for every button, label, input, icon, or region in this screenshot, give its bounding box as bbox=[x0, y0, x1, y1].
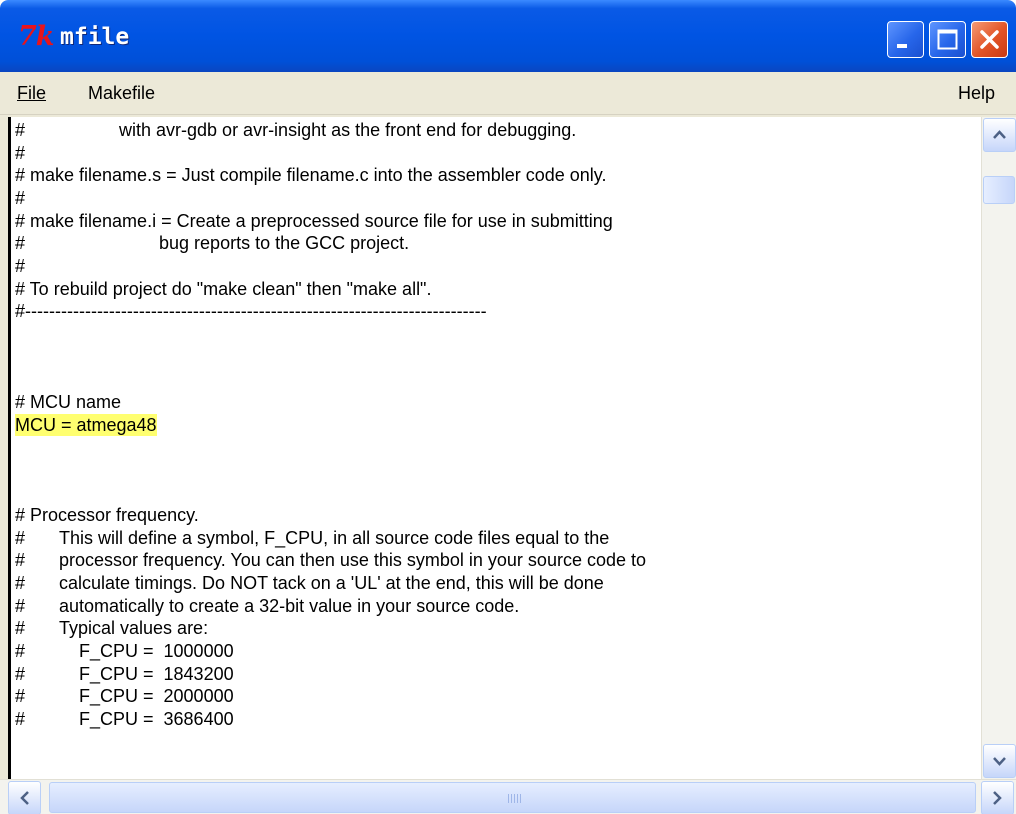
scroll-right-button[interactable] bbox=[981, 781, 1014, 814]
code-line: # F_CPU = 2000000 bbox=[15, 685, 646, 708]
code-line-text: # To rebuild project do "make clean" the… bbox=[15, 278, 432, 299]
menu-makefile[interactable]: Makefile bbox=[88, 80, 155, 106]
code-line-text: F_CPU = 3686400 bbox=[59, 709, 234, 730]
code-line: # calculate timings. Do NOT tack on a 'UL… bbox=[15, 572, 646, 595]
menu-bar: File Makefile Help bbox=[0, 72, 1016, 115]
code-line: # automatically to create a 32-bit value … bbox=[15, 595, 646, 618]
comment-hash: # bbox=[15, 233, 26, 254]
code-line-text: # MCU name bbox=[15, 391, 122, 412]
comment-hash: # bbox=[15, 255, 26, 276]
comment-hash: # bbox=[15, 618, 26, 639]
horizontal-scrollbar[interactable] bbox=[0, 779, 1016, 814]
code-line: # Processor frequency. bbox=[15, 504, 646, 527]
code-line-text: This will define a symbol, F_CPU, in all… bbox=[59, 527, 610, 548]
scroll-up-icon bbox=[993, 130, 1006, 139]
code-line-text: F_CPU = 2000000 bbox=[59, 686, 234, 707]
horizontal-scroll-thumb[interactable] bbox=[49, 782, 976, 813]
close-icon bbox=[980, 30, 999, 49]
code-line: # processor frequency. You can then use t… bbox=[15, 549, 646, 572]
window-title: mfile bbox=[60, 24, 130, 50]
application-window: 7k mfile File Makefile Help # with avr-g… bbox=[0, 0, 1016, 814]
code-line-text: bug reports to the GCC project. bbox=[59, 233, 410, 254]
code-line: # bbox=[15, 142, 646, 165]
scroll-left-button[interactable] bbox=[8, 781, 41, 814]
maximize-button[interactable] bbox=[929, 21, 966, 58]
comment-hash: # bbox=[15, 120, 26, 140]
maximize-icon bbox=[937, 29, 958, 50]
code-line-text: # make filename.s = Just compile filenam… bbox=[15, 165, 607, 186]
minimize-icon bbox=[897, 44, 907, 48]
code-line: # This will define a symbol, F_CPU, in al… bbox=[15, 527, 646, 550]
code-line-text: with avr-gdb or avr-insight as the front… bbox=[59, 120, 577, 140]
code-line-text: F_CPU = 1843200 bbox=[59, 663, 234, 684]
title-bar[interactable]: 7k mfile bbox=[0, 0, 1016, 72]
scroll-right-icon bbox=[993, 791, 1002, 805]
comment-hash: # bbox=[15, 527, 26, 548]
code-line: # F_CPU = 1843200 bbox=[15, 663, 646, 686]
code-line: MCU = atmega48 bbox=[15, 413, 646, 437]
code-line: # make filename.i = Create a preprocesse… bbox=[15, 210, 646, 233]
scroll-left-icon bbox=[20, 791, 29, 805]
code-line: # bbox=[15, 255, 646, 278]
comment-hash: # bbox=[15, 595, 26, 616]
comment-hash: # bbox=[15, 187, 26, 208]
scroll-down-icon bbox=[993, 757, 1006, 766]
code-line: # MCU name bbox=[15, 391, 646, 414]
code-line: # F_CPU = 1000000 bbox=[15, 640, 646, 663]
comment-hash: # bbox=[15, 663, 26, 684]
menu-file[interactable]: File bbox=[17, 80, 46, 106]
code-line: # F_CPU = 3686400 bbox=[15, 708, 646, 731]
comment-hash: # bbox=[15, 573, 26, 594]
editor-lines: # with avr-gdb or avr-insight as the fro… bbox=[15, 119, 646, 731]
code-line-text: Typical values are: bbox=[59, 618, 209, 639]
comment-hash: # bbox=[15, 641, 26, 662]
code-line: #---------------------------------------… bbox=[15, 300, 646, 323]
code-line-text: F_CPU = 1000000 bbox=[59, 641, 234, 662]
menu-file-label: File bbox=[17, 83, 47, 103]
code-line-text: # make filename.i = Create a preprocesse… bbox=[15, 210, 613, 231]
close-button[interactable] bbox=[971, 21, 1008, 58]
code-line-text: processor frequency. You can then use th… bbox=[59, 550, 647, 571]
code-line-text: automatically to create a 32-bit value i… bbox=[59, 595, 520, 616]
code-line: # bug reports to the GCC project. bbox=[15, 232, 646, 255]
code-line: # with avr-gdb or avr-insight as the fro… bbox=[15, 119, 646, 142]
vertical-scroll-thumb[interactable] bbox=[983, 176, 1015, 204]
comment-hash: # bbox=[15, 550, 26, 571]
code-line: # Typical values are: bbox=[15, 617, 646, 640]
comment-hash: # bbox=[15, 709, 26, 730]
code-line: # bbox=[15, 187, 646, 210]
code-line-text: calculate timings. Do NOT tack on a 'UL'… bbox=[59, 573, 604, 594]
highlighted-line-text: MCU = atmega48 bbox=[15, 413, 157, 437]
text-editor[interactable]: # with avr-gdb or avr-insight as the fro… bbox=[8, 117, 981, 779]
code-line-text: # Processor frequency. bbox=[15, 505, 199, 526]
scroll-grip-icon bbox=[508, 794, 522, 803]
minimize-button[interactable] bbox=[887, 21, 924, 58]
vertical-scrollbar[interactable] bbox=[981, 117, 1016, 779]
menu-help[interactable]: Help bbox=[958, 80, 995, 106]
code-line: # To rebuild project do "make clean" the… bbox=[15, 278, 646, 301]
comment-hash: # bbox=[15, 142, 26, 163]
code-line-text: #---------------------------------------… bbox=[15, 301, 487, 322]
app-icon[interactable]: 7k bbox=[18, 20, 54, 54]
comment-hash: # bbox=[15, 686, 26, 707]
scroll-down-button[interactable] bbox=[983, 744, 1016, 778]
code-line: # make filename.s = Just compile filenam… bbox=[15, 164, 646, 187]
scroll-up-button[interactable] bbox=[983, 118, 1016, 152]
